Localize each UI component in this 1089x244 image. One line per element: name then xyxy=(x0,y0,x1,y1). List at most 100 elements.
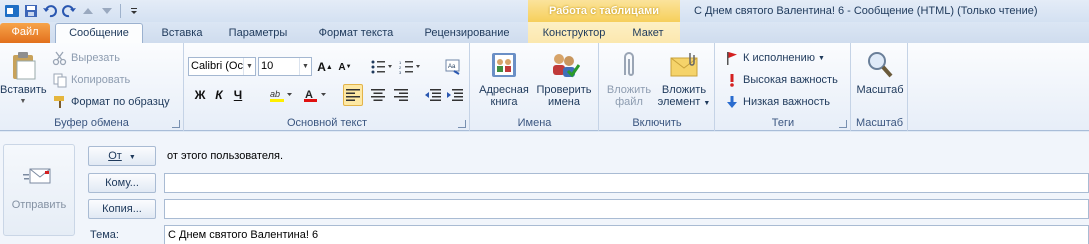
svg-text:Aa: Aa xyxy=(448,64,456,70)
tab-insert[interactable]: Вставка xyxy=(150,24,214,44)
paintbrush-icon xyxy=(52,94,68,110)
tab-design[interactable]: Конструктор xyxy=(532,24,616,44)
send-envelope-icon xyxy=(23,168,51,184)
next-item-icon[interactable] xyxy=(99,3,115,19)
highlight-button[interactable]: ab xyxy=(269,85,295,105)
clipboard-dialog-launcher-icon[interactable] xyxy=(172,120,180,128)
names-group-label: Имена xyxy=(517,117,552,129)
tab-layout[interactable]: Макет xyxy=(620,24,676,44)
zoom-button[interactable]: Масштаб xyxy=(854,49,906,96)
copy-label: Копировать xyxy=(71,74,131,86)
shrink-font-button[interactable]: A ▼ xyxy=(337,57,353,77)
highlighter-icon: ab xyxy=(270,89,292,102)
paste-button[interactable]: Вставить ▼ xyxy=(0,49,47,108)
font-name-combo[interactable]: Calibri (Ос ▼ xyxy=(188,57,256,76)
include-group-label: Включить xyxy=(632,117,682,129)
high-importance-button[interactable]: Высокая важность xyxy=(724,71,838,89)
redo-icon[interactable] xyxy=(61,3,77,19)
tags-group-label: Теги xyxy=(771,117,795,129)
cc-button-label: Копия... xyxy=(102,203,142,215)
send-button[interactable]: Отправить xyxy=(3,144,75,236)
quick-access-toolbar xyxy=(4,2,142,20)
basic-text-group-label: Основной текст xyxy=(287,117,367,129)
send-label: Отправить xyxy=(11,199,67,211)
high-importance-icon xyxy=(724,72,740,88)
align-left-button[interactable] xyxy=(343,84,363,106)
increase-indent-icon xyxy=(447,89,463,101)
numbering-button[interactable]: 123 xyxy=(397,57,423,77)
followup-dropdown-icon: ▼ xyxy=(818,54,825,62)
from-value: от этого пользователя. xyxy=(167,150,284,162)
font-color-icon: A xyxy=(304,89,326,102)
copy-button[interactable]: Копировать xyxy=(52,71,130,89)
to-button[interactable]: Кому... xyxy=(88,173,156,193)
bold-button[interactable]: Ж xyxy=(192,85,208,105)
tab-review[interactable]: Рецензирование xyxy=(412,24,522,44)
from-button-label: От xyxy=(108,150,122,162)
low-importance-button[interactable]: Низкая важность xyxy=(724,93,830,111)
tab-format-text[interactable]: Формат текста xyxy=(306,24,406,44)
low-importance-icon xyxy=(724,94,740,110)
decrease-indent-icon xyxy=(425,89,441,101)
tab-file[interactable]: Файл xyxy=(0,23,50,43)
save-icon[interactable] xyxy=(23,3,39,19)
font-name-dropdown-icon: ▼ xyxy=(243,58,255,75)
group-tags: К исполнению ▼ Высокая важность Низкая в… xyxy=(716,43,851,131)
cc-field[interactable] xyxy=(164,199,1089,219)
basic-text-dialog-launcher-icon[interactable] xyxy=(458,120,466,128)
title-bar: Работа с таблицами С Днем святого Валент… xyxy=(0,0,1089,22)
decrease-indent-button[interactable] xyxy=(423,85,443,105)
attach-item-dropdown-icon: ▼ xyxy=(703,100,711,107)
increase-indent-button[interactable] xyxy=(445,85,465,105)
attach-file-button[interactable]: Вложить файл xyxy=(602,49,656,108)
tab-options[interactable]: Параметры xyxy=(220,24,296,44)
align-center-button[interactable] xyxy=(368,85,388,105)
window-title: С Днем святого Валентина! 6 - Сообщение … xyxy=(694,5,1038,17)
from-dropdown-icon: ▼ xyxy=(128,154,136,161)
font-size-combo[interactable]: 10 ▼ xyxy=(258,57,312,76)
outlook-icon[interactable] xyxy=(4,3,20,19)
followup-label: К исполнению xyxy=(743,52,816,64)
paperclip-icon xyxy=(613,49,645,81)
font-color-button[interactable]: A xyxy=(303,85,329,105)
followup-button[interactable]: К исполнению ▼ xyxy=(724,49,825,67)
format-painter-label: Формат по образцу xyxy=(71,96,170,108)
check-names-label: Проверить имена xyxy=(536,84,592,108)
zoom-button-label: Масштаб xyxy=(856,84,904,96)
subject-field[interactable]: С Днем святого Валентина! 6 xyxy=(164,225,1089,244)
attach-item-button[interactable]: Вложить элемент ▼ xyxy=(655,49,713,110)
styles-icon: Aa xyxy=(445,59,460,75)
previous-item-icon[interactable] xyxy=(80,3,96,19)
cc-button[interactable]: Копия... xyxy=(88,199,156,219)
to-button-label: Кому... xyxy=(105,177,139,189)
tab-message[interactable]: Сообщение xyxy=(55,23,143,44)
address-book-button[interactable]: Адресная книга xyxy=(475,49,533,108)
attach-file-label: Вложить файл xyxy=(606,84,652,108)
numbered-list-icon: 123 xyxy=(399,60,420,74)
cut-button[interactable]: Вырезать xyxy=(52,49,120,67)
to-field[interactable] xyxy=(164,173,1089,193)
bullets-button[interactable] xyxy=(369,57,395,77)
context-tab-title: Работа с таблицами xyxy=(528,0,680,22)
format-painter-button[interactable]: Формат по образцу xyxy=(52,93,170,111)
underline-button[interactable]: Ч xyxy=(230,85,246,105)
customize-qat-icon[interactable] xyxy=(126,3,142,19)
italic-button[interactable]: К xyxy=(211,85,227,105)
align-right-button[interactable] xyxy=(391,85,411,105)
envelope-attach-icon xyxy=(668,49,700,81)
check-names-icon xyxy=(548,49,581,81)
grow-font-button[interactable]: A ▲ xyxy=(316,57,334,77)
paste-dropdown-icon: ▼ xyxy=(19,98,27,105)
scissors-icon xyxy=(52,50,68,66)
clipboard-group-label: Буфер обмена xyxy=(54,117,129,129)
undo-icon[interactable] xyxy=(42,3,58,19)
check-names-button[interactable]: Проверить имена xyxy=(531,49,597,108)
align-center-icon xyxy=(371,89,385,101)
tags-dialog-launcher-icon[interactable] xyxy=(839,120,847,128)
from-button[interactable]: От ▼ xyxy=(88,146,156,166)
group-clipboard: Вставить ▼ Вырезать Копировать Формат по… xyxy=(0,43,184,131)
group-zoom: Масштаб Масштаб xyxy=(852,43,908,131)
styles-button[interactable]: Aa xyxy=(443,57,463,77)
address-book-label: Адресная книга xyxy=(479,84,529,108)
ribbon: Вставить ▼ Вырезать Копировать Формат по… xyxy=(0,43,1089,131)
